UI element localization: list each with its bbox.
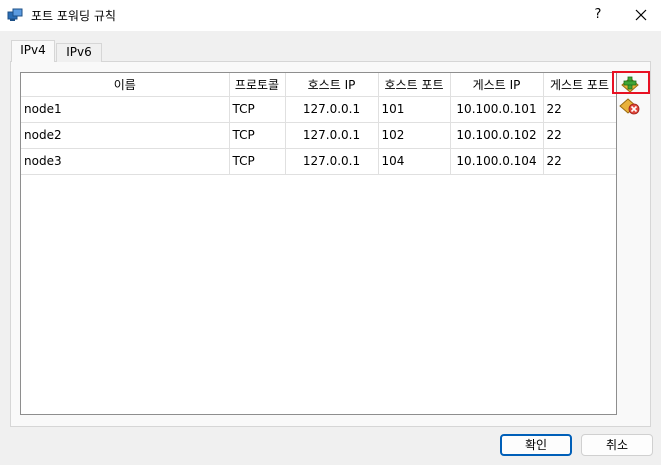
help-button[interactable]: ? (585, 4, 611, 26)
port-forwarding-table[interactable]: 이름 프로토콜 호스트 IP 호스트 포트 게스트 IP 게스트 포트 node… (20, 72, 617, 415)
window-title: 포트 포워딩 규칙 (31, 9, 116, 23)
tab-ipv6[interactable]: IPv6 (56, 43, 102, 62)
cell-protocol[interactable]: TCP (229, 148, 286, 175)
column-header-guest-ip[interactable]: 게스트 IP (450, 73, 544, 97)
column-header-host-port[interactable]: 호스트 포트 (378, 73, 451, 97)
table-row[interactable]: node3 TCP 127.0.0.1 104 10.100.0.104 22 (21, 148, 616, 175)
cell-protocol[interactable]: TCP (229, 122, 286, 149)
ok-button[interactable]: 확인 (500, 434, 572, 456)
column-header-host-ip[interactable]: 호스트 IP (285, 73, 379, 97)
table-header: 이름 프로토콜 호스트 IP 호스트 포트 게스트 IP 게스트 포트 (21, 73, 616, 97)
cancel-button[interactable]: 취소 (581, 434, 653, 456)
table-row[interactable]: node1 TCP 127.0.0.1 101 10.100.0.101 22 (21, 96, 616, 123)
table-row[interactable]: node2 TCP 127.0.0.1 102 10.100.0.102 22 (21, 122, 616, 149)
cell-host-port[interactable]: 104 (378, 148, 451, 175)
cell-name[interactable]: node2 (21, 122, 230, 149)
cell-protocol[interactable]: TCP (229, 96, 286, 123)
add-rule-icon[interactable] (619, 74, 641, 94)
cell-guest-port[interactable]: 22 (543, 148, 616, 175)
cell-host-port[interactable]: 102 (378, 122, 451, 149)
tab-ipv4[interactable]: IPv4 (11, 40, 55, 62)
close-icon[interactable] (628, 4, 654, 26)
cell-guest-ip[interactable]: 10.100.0.102 (450, 122, 544, 149)
cell-host-ip[interactable]: 127.0.0.1 (285, 148, 379, 175)
title-bar: 포트 포워딩 규칙 ? (0, 0, 661, 31)
cell-name[interactable]: node3 (21, 148, 230, 175)
remove-rule-icon[interactable] (619, 96, 641, 116)
cell-guest-ip[interactable]: 10.100.0.104 (450, 148, 544, 175)
cell-name[interactable]: node1 (21, 96, 230, 123)
column-header-guest-port[interactable]: 게스트 포트 (543, 73, 616, 97)
network-icon (7, 8, 23, 21)
cell-guest-port[interactable]: 22 (543, 122, 616, 149)
cell-host-ip[interactable]: 127.0.0.1 (285, 96, 379, 123)
cell-guest-port[interactable]: 22 (543, 96, 616, 123)
column-header-protocol[interactable]: 프로토콜 (229, 73, 286, 97)
cell-host-ip[interactable]: 127.0.0.1 (285, 122, 379, 149)
cell-guest-ip[interactable]: 10.100.0.101 (450, 96, 544, 123)
column-header-name[interactable]: 이름 (21, 73, 230, 97)
cell-host-port[interactable]: 101 (378, 96, 451, 123)
